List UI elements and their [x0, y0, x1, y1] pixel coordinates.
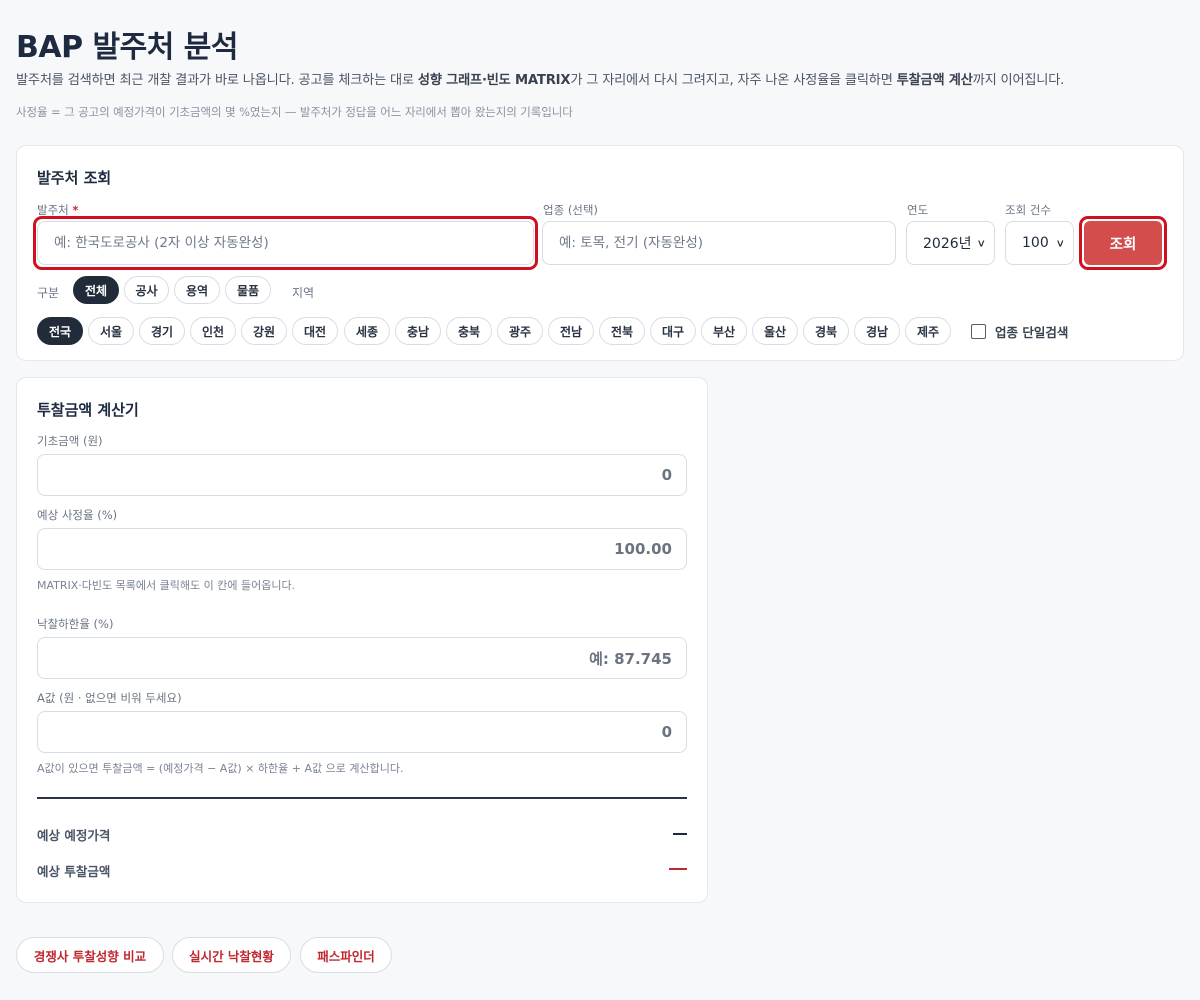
year-value: 2026년	[923, 236, 972, 252]
page-note: 사정율 = 그 공고의 예정가격이 기초금액의 몇 %였는지 — 발주처가 정답…	[16, 105, 573, 119]
industry-search-input[interactable]	[542, 221, 896, 265]
page-title: BAP 발주처 분석	[16, 30, 238, 65]
region-pill-2[interactable]: 경기	[139, 317, 185, 345]
search-button[interactable]: 조회	[1084, 221, 1162, 265]
category-label: 구분	[37, 286, 60, 300]
count-select[interactable]: 100 ∨	[1005, 221, 1074, 265]
est-bid-value	[669, 868, 687, 870]
region-pill-6[interactable]: 세종	[344, 317, 390, 345]
count-label: 조회 건수	[1005, 203, 1051, 217]
rate-hint: MATRIX·다빈도 목록에서 클릭해도 이 칸에 들어옵니다.	[37, 579, 296, 592]
region-pill-9[interactable]: 광주	[497, 317, 543, 345]
category-goods[interactable]: 물품	[225, 276, 271, 304]
region-pill-1[interactable]: 서울	[88, 317, 134, 345]
region-pill-7[interactable]: 충남	[395, 317, 441, 345]
region-pill-8[interactable]: 충북	[446, 317, 492, 345]
region-pill-5[interactable]: 대전	[292, 317, 338, 345]
lower-rate-input[interactable]: 예: 87.745	[37, 637, 687, 679]
search-card: 발주처 조회 발주처 * 업종 (선택) 연도 2026년 ∨ 조회 건수 10…	[16, 145, 1184, 361]
a-value-label: A값 (원 · 없으면 비워 두세요)	[37, 691, 182, 705]
region-pill-10[interactable]: 전남	[548, 317, 594, 345]
desc-text-2: 가 그 자리에서 다시 그려지고, 자주 나온 사정율을 클릭하면	[570, 73, 897, 88]
desc-bold-1: 성향 그래프·빈도 MATRIX	[417, 73, 571, 88]
est-price-value	[673, 833, 687, 835]
desc-text-1: 발주처를 검색하면 최근 개찰 결과가 바로 나옵니다. 공고를 체크하는 대로	[16, 73, 418, 88]
region-pill-17[interactable]: 제주	[905, 317, 951, 345]
count-value: 100	[1022, 235, 1049, 251]
required-mark: *	[72, 203, 79, 217]
agency-label: 발주처 *	[37, 203, 79, 217]
pathfinder-link[interactable]: 패스파인더	[300, 937, 392, 973]
region-pill-13[interactable]: 부산	[701, 317, 747, 345]
rate-input[interactable]: 100.00	[37, 528, 687, 570]
region-label: 지역	[292, 286, 315, 300]
region-pill-16[interactable]: 경남	[854, 317, 900, 345]
region-pill-14[interactable]: 울산	[752, 317, 798, 345]
region-pill-15[interactable]: 경북	[803, 317, 849, 345]
region-pill-11[interactable]: 전북	[599, 317, 645, 345]
a-value-hint: A값이 있으면 투찰금액 = (예정가격 − A값) × 하한율 + A값 으로…	[37, 762, 404, 775]
page-description: 발주처를 검색하면 최근 개찰 결과가 바로 나옵니다. 공고를 체크하는 대로…	[16, 69, 1064, 88]
year-label: 연도	[907, 203, 929, 217]
single-industry-label: 업종 단일검색	[995, 325, 1069, 340]
calculator-card: 투찰금액 계산기 기초금액 (원) 0 예상 사정율 (%) 100.00 MA…	[16, 377, 708, 903]
category-construction[interactable]: 공사	[124, 276, 169, 304]
a-value-input[interactable]: 0	[37, 711, 687, 753]
chevron-down-icon: ∨	[1055, 237, 1065, 249]
chevron-down-icon: ∨	[976, 237, 986, 249]
lower-rate-label: 낙찰하한율 (%)	[37, 617, 114, 631]
checkbox-icon[interactable]	[971, 324, 986, 339]
base-amount-label: 기초금액 (원)	[37, 434, 103, 448]
category-all[interactable]: 전체	[73, 276, 119, 304]
est-bid-label: 예상 투찰금액	[37, 864, 111, 879]
region-pill-3[interactable]: 인천	[190, 317, 236, 345]
year-select[interactable]: 2026년 ∨	[906, 221, 995, 265]
calculator-title: 투찰금액 계산기	[37, 401, 139, 419]
category-service[interactable]: 용역	[174, 276, 220, 304]
competitor-compare-link[interactable]: 경쟁사 투찰성향 비교	[16, 937, 164, 973]
est-price-label: 예상 예정가격	[37, 828, 111, 843]
region-pill-0[interactable]: 전국	[37, 317, 83, 345]
region-pill-4[interactable]: 강원	[241, 317, 287, 345]
agency-search-input[interactable]	[37, 221, 534, 265]
result-divider	[37, 797, 687, 799]
desc-bold-2: 투찰금액 계산	[896, 73, 973, 88]
realtime-award-link[interactable]: 실시간 낙찰현황	[172, 937, 291, 973]
search-card-title: 발주처 조회	[37, 169, 112, 187]
region-pill-12[interactable]: 대구	[650, 317, 696, 345]
rate-label: 예상 사정율 (%)	[37, 508, 118, 522]
single-industry-check[interactable]: 업종 단일검색	[971, 322, 1068, 341]
base-amount-input[interactable]: 0	[37, 454, 687, 496]
industry-label: 업종 (선택)	[543, 203, 598, 217]
desc-text-3: 까지 이어집니다.	[972, 73, 1065, 88]
